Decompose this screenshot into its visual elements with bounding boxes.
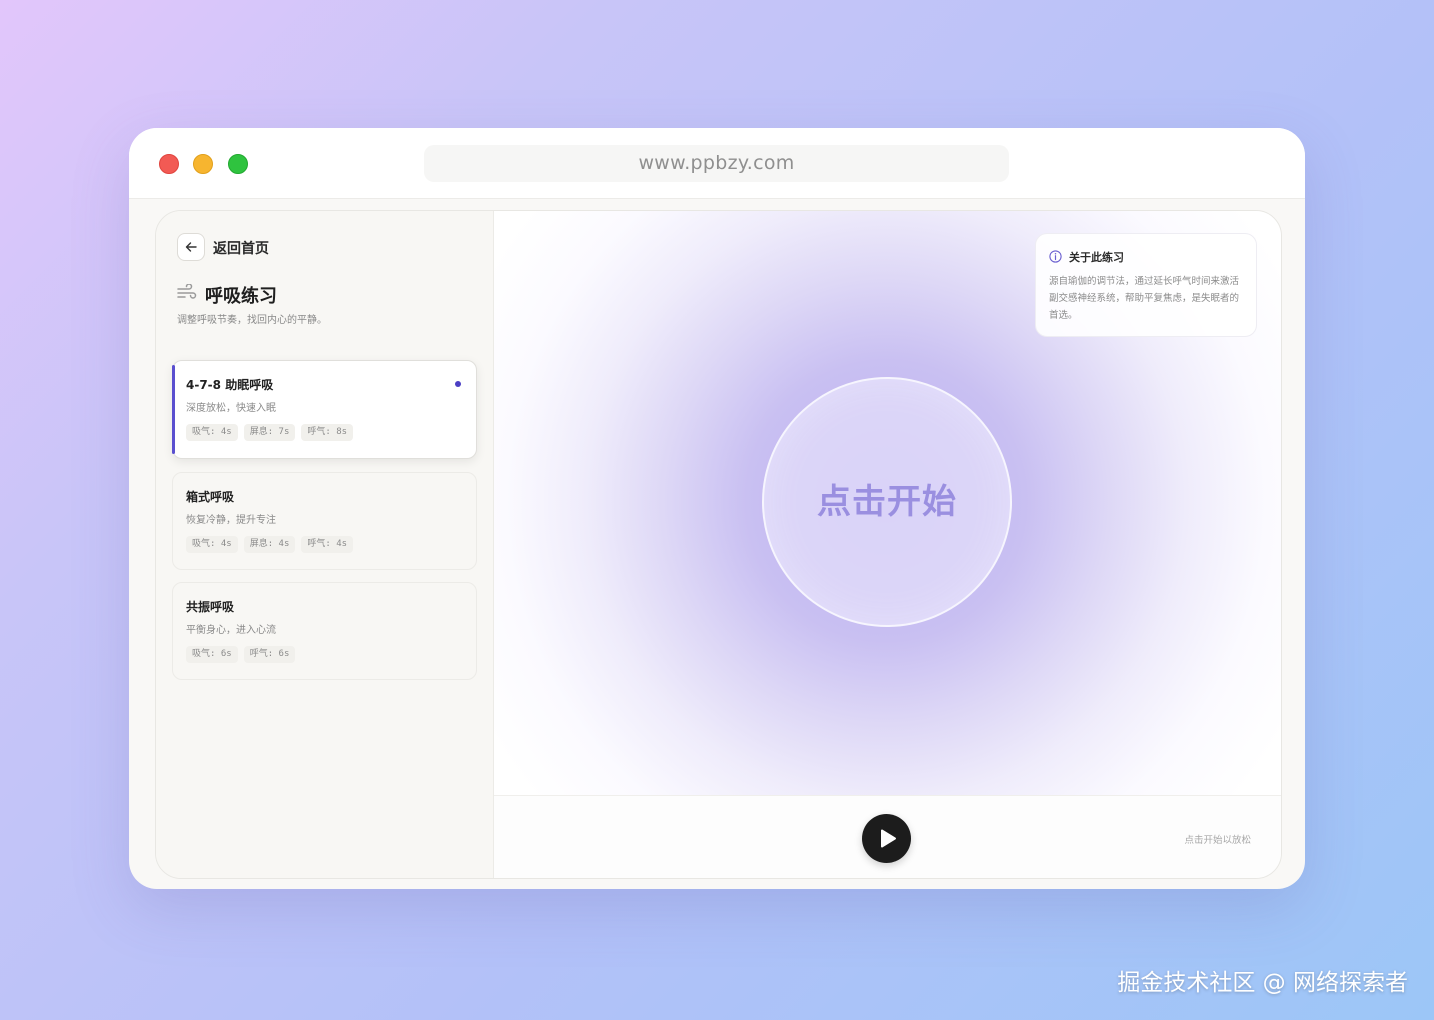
- tag-inhale: 吸气: 6s: [186, 646, 238, 663]
- card-description: 恢复冷静，提升专注: [186, 515, 276, 526]
- arrow-left-icon: [185, 242, 197, 252]
- tag-exhale: 呼气: 8s: [301, 424, 354, 441]
- page-subtitle: 调整呼吸节奏，找回内心的平静。: [177, 315, 327, 326]
- info-title: 关于此练习: [1069, 251, 1124, 264]
- breathing-circle[interactable]: 点击开始: [762, 377, 1012, 627]
- sidebar: 返回首页 呼吸练习 调整呼吸节奏，找回内心的平静。 4-7-8 助眠呼吸 深度放…: [156, 211, 494, 878]
- tag-exhale: 呼气: 6s: [243, 646, 296, 663]
- browser-titlebar: www.ppbzy.com: [129, 128, 1305, 199]
- maximize-window-button[interactable]: [228, 154, 248, 174]
- watermark: 掘金技术社区 @ 网络探索者: [1117, 970, 1408, 996]
- active-indicator: [455, 381, 461, 387]
- minimize-window-button[interactable]: [193, 154, 213, 174]
- card-title: 箱式呼吸: [186, 490, 235, 504]
- card-title: 共振呼吸: [186, 600, 235, 614]
- card-description: 平衡身心，进入心流: [186, 625, 276, 636]
- close-window-button[interactable]: [159, 154, 179, 174]
- tag-inhale: 吸气: 4s: [186, 536, 238, 553]
- card-tags: 吸气: 4s 屏息: 4s 呼气: 4s: [186, 536, 354, 553]
- card-title: 4-7-8 助眠呼吸: [186, 378, 274, 392]
- play-button[interactable]: [862, 814, 911, 863]
- tag-inhale: 吸气: 4s: [186, 424, 238, 441]
- exercise-card-box[interactable]: 箱式呼吸 恢复冷静，提升专注 吸气: 4s 屏息: 4s 呼气: 4s: [172, 472, 477, 570]
- play-icon: [881, 829, 896, 848]
- control-bar: 点击开始以放松: [494, 795, 1281, 878]
- page-title: 呼吸练习: [205, 286, 277, 307]
- tag-hold: 屏息: 4s: [243, 536, 296, 553]
- tag-exhale: 呼气: 4s: [301, 536, 354, 553]
- card-tags: 吸气: 6s 呼气: 6s: [186, 646, 296, 663]
- card-description: 深度放松，快速入眠: [186, 403, 276, 414]
- info-body: 源自瑜伽的调节法，通过延长呼气时间来激活副交感神经系统，帮助平复焦虑，是失眠者的…: [1049, 276, 1240, 321]
- exercise-card-resonance[interactable]: 共振呼吸 平衡身心，进入心流 吸气: 6s 呼气: 6s: [172, 582, 477, 680]
- exercise-card-478[interactable]: 4-7-8 助眠呼吸 深度放松，快速入眠 吸气: 4s 屏息: 7s 呼气: 8…: [172, 360, 477, 459]
- card-tags: 吸气: 4s 屏息: 7s 呼气: 8s: [186, 424, 354, 441]
- back-button[interactable]: [177, 233, 205, 261]
- status-hint: 点击开始以放松: [1184, 835, 1251, 846]
- address-bar[interactable]: www.ppbzy.com: [424, 145, 1009, 182]
- start-label: 点击开始: [817, 482, 957, 522]
- browser-window: www.ppbzy.com 返回首页 呼吸练习 调整呼吸节奏，找回内心的平静。 …: [129, 128, 1305, 889]
- tag-hold: 屏息: 7s: [243, 424, 296, 441]
- info-card: 关于此练习 源自瑜伽的调节法，通过延长呼气时间来激活副交感神经系统，帮助平复焦虑…: [1035, 233, 1257, 337]
- info-icon: [1049, 250, 1062, 263]
- back-home-link[interactable]: 返回首页: [213, 238, 269, 258]
- wind-icon: [177, 284, 197, 299]
- app-container: 返回首页 呼吸练习 调整呼吸节奏，找回内心的平静。 4-7-8 助眠呼吸 深度放…: [155, 210, 1282, 879]
- breathing-stage: 关于此练习 源自瑜伽的调节法，通过延长呼气时间来激活副交感神经系统，帮助平复焦虑…: [494, 211, 1281, 795]
